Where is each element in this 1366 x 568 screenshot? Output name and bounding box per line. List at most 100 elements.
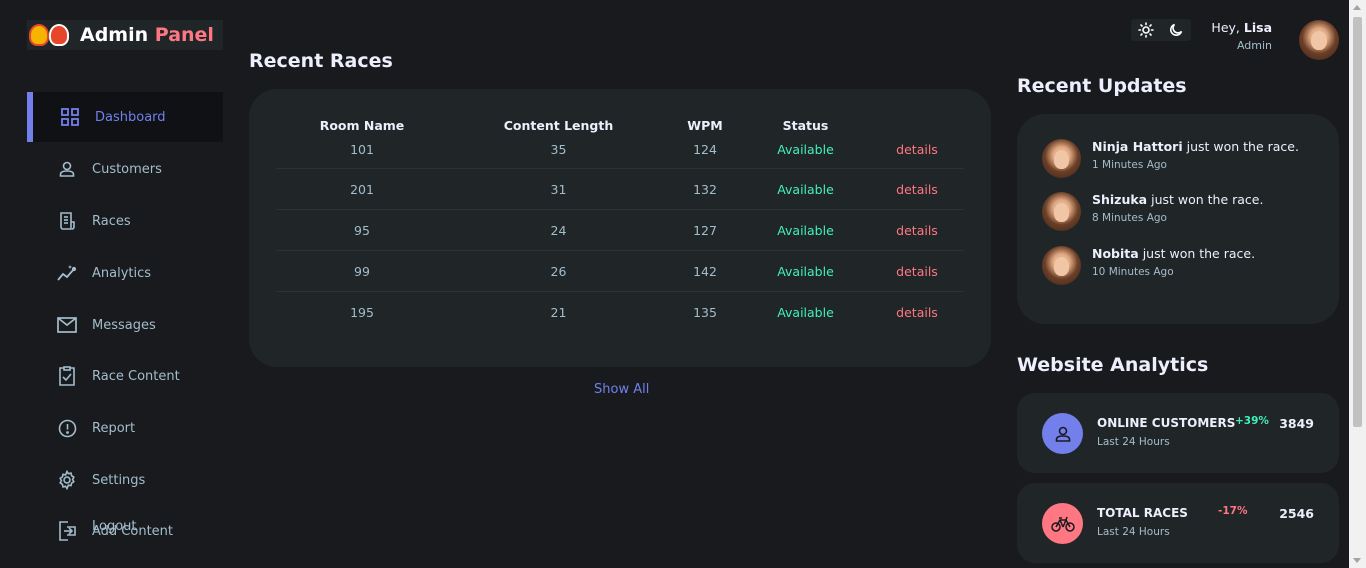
details-link[interactable]: details: [870, 292, 964, 333]
update-text: just won the race.: [1142, 246, 1256, 261]
update-avatar: [1042, 139, 1081, 178]
update-text: just won the race.: [1151, 192, 1264, 207]
table-row: 99 26 142 Available details: [276, 251, 964, 292]
column-header: Content Length: [503, 117, 614, 133]
scrollbar-thumb[interactable]: [1353, 17, 1362, 427]
sidebar-item-dashboard[interactable]: Dashboard: [27, 92, 223, 142]
wpm-cell: 124: [669, 139, 741, 169]
wpm-cell: 127: [669, 210, 741, 251]
sidebar-item-label: Report: [92, 420, 136, 436]
website-analytics-title: Website Analytics: [1017, 354, 1209, 376]
update-time: 1 Minutes Ago: [1092, 159, 1167, 171]
content-length-cell: 35: [448, 139, 669, 169]
stat-value: 2546: [1279, 506, 1314, 521]
room-name-cell: 195: [350, 305, 374, 320]
room-name-cell: 99: [276, 251, 448, 292]
page-scrollbar[interactable]: [1349, 0, 1366, 568]
sidebar-item-report[interactable]: Report: [27, 403, 223, 453]
status-cell: Available: [741, 139, 870, 169]
moon-icon[interactable]: [1161, 19, 1191, 41]
room-name-cell: 95: [276, 210, 448, 251]
sidebar-item-label: Customers: [92, 161, 162, 177]
sun-icon[interactable]: [1131, 19, 1161, 41]
logo-image: [27, 20, 71, 50]
races-table: Room Name Content Length WPM Status 101 …: [276, 111, 964, 333]
sidebar-item-settings[interactable]: Settings: [27, 455, 223, 505]
profile-info: Hey, Lisa Admin: [1190, 20, 1272, 52]
sidebar-item-label: Race Content: [92, 368, 180, 384]
bicycle-icon: [1042, 503, 1083, 544]
brand-logo[interactable]: Admin Panel: [27, 20, 223, 50]
stat-subtitle: Last 24 Hours: [1097, 436, 1170, 448]
online-customers-card[interactable]: ONLINE CUSTOMERS Last 24 Hours +39% 3849: [1017, 393, 1339, 473]
update-avatar: [1042, 246, 1081, 285]
sidebar-item-label: Analytics: [92, 265, 152, 281]
sidebar-item-races[interactable]: Races: [27, 196, 223, 246]
wpm-cell: 135: [693, 305, 717, 320]
person-icon: [1042, 413, 1083, 454]
update-user: Shizuka: [1092, 192, 1148, 207]
details-link[interactable]: details: [870, 169, 964, 210]
mail-icon: [57, 315, 77, 335]
update-avatar: [1042, 192, 1081, 231]
avatar[interactable]: [1299, 20, 1339, 60]
user-icon: [57, 159, 77, 179]
sidebar-item-customers[interactable]: Customers: [27, 144, 223, 194]
logout-icon: [57, 521, 77, 541]
table-header-row: Room Name Content Length WPM Status: [276, 111, 964, 139]
sidebar-item-label: Messages: [92, 317, 156, 333]
content-length-cell: 31: [448, 169, 669, 210]
receipt-icon: [57, 211, 77, 231]
details-link[interactable]: details: [870, 251, 964, 292]
sidebar-item-add-content[interactable]: Add Content: [92, 524, 232, 539]
recent-updates-card: Ninja Hattori just won the race. 1 Minut…: [1017, 114, 1339, 324]
stat-change: +39%: [1235, 415, 1269, 427]
sidebar-item-label: Settings: [92, 472, 146, 488]
stat-change: -17%: [1218, 505, 1248, 517]
column-header: Room Name: [319, 117, 405, 133]
page-title: Recent Races: [249, 50, 393, 72]
brand-name: Admin Panel: [80, 24, 214, 46]
clipboard-check-icon: [57, 366, 77, 386]
gear-icon: [57, 470, 77, 490]
scroll-down-icon[interactable]: [1353, 558, 1361, 563]
update-user: Ninja Hattori: [1092, 139, 1183, 154]
update-time: 10 Minutes Ago: [1092, 266, 1174, 278]
status-cell: Available: [741, 210, 870, 251]
update-time: 8 Minutes Ago: [1092, 212, 1167, 224]
report-icon: [57, 418, 77, 438]
room-name-cell: 101: [276, 139, 448, 169]
sidebar-item-label: Races: [92, 213, 131, 229]
total-races-card[interactable]: TOTAL RACES Last 24 Hours -17% 2546: [1017, 483, 1339, 563]
details-link[interactable]: details: [870, 210, 964, 251]
details-link[interactable]: details: [870, 139, 964, 169]
room-name-cell: 201: [276, 169, 448, 210]
table-row: 101 35 124 Available details: [276, 139, 964, 169]
insights-icon: [57, 263, 77, 283]
show-all-link[interactable]: Show All: [594, 382, 649, 397]
table-row: 195 21 135 Available details: [276, 292, 964, 333]
stat-title: ONLINE CUSTOMERS: [1097, 416, 1236, 430]
table-row: 95 24 127 Available details: [276, 210, 964, 251]
update-user: Nobita: [1092, 246, 1139, 261]
status-cell: Available: [741, 169, 870, 210]
content-length-cell: 21: [550, 305, 567, 320]
table-row: 201 31 132 Available details: [276, 169, 964, 210]
content-length-cell: 24: [448, 210, 669, 251]
wpm-cell: 132: [669, 169, 741, 210]
sidebar-item-race-content[interactable]: Race Content: [27, 351, 223, 401]
status-cell: Available: [777, 305, 834, 320]
sidebar-item-messages[interactable]: Messages: [27, 300, 223, 350]
wpm-cell: 142: [669, 251, 741, 292]
recent-races-card: Room Name Content Length WPM Status 101 …: [249, 89, 991, 367]
grid-icon: [60, 107, 80, 127]
column-header: WPM: [687, 117, 723, 133]
status-cell: Available: [741, 251, 870, 292]
recent-updates-title: Recent Updates: [1017, 75, 1187, 97]
stat-title: TOTAL RACES: [1097, 506, 1188, 520]
scroll-up-icon[interactable]: [1353, 5, 1361, 10]
theme-toggle[interactable]: [1131, 19, 1191, 41]
content-length-cell: 26: [448, 251, 669, 292]
stat-value: 3849: [1279, 416, 1314, 431]
sidebar-item-analytics[interactable]: Analytics: [27, 248, 223, 298]
